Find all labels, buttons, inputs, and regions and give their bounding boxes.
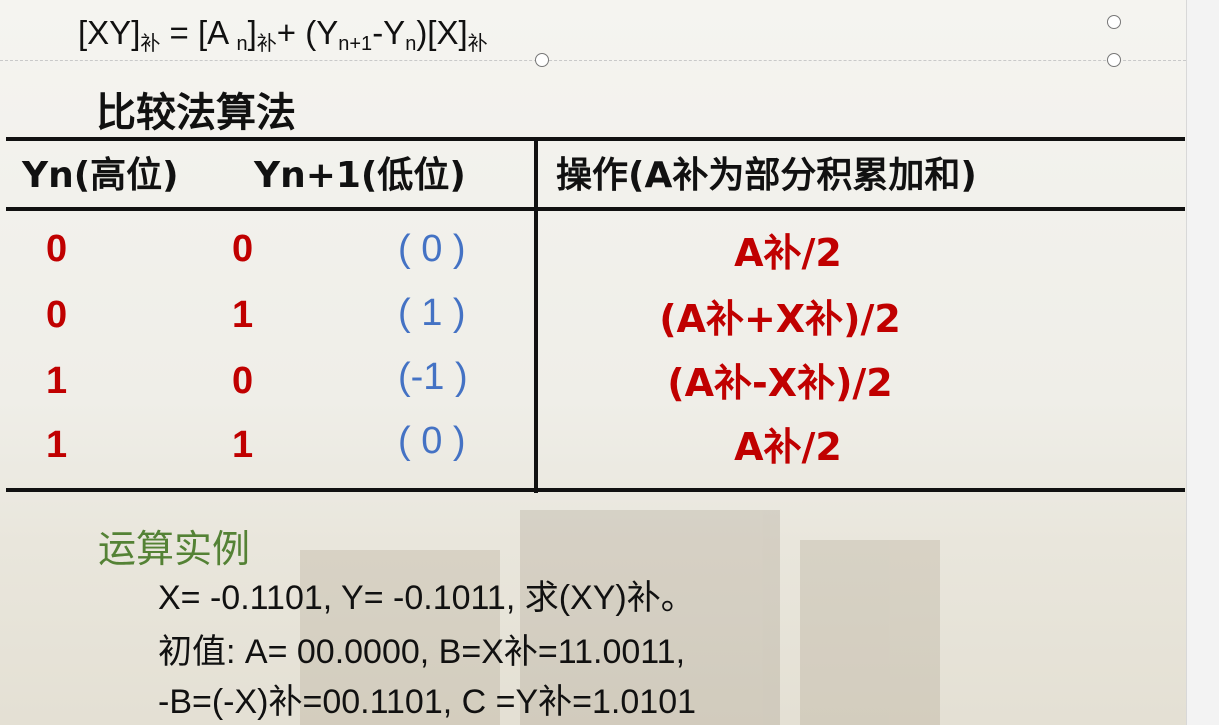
header-operation: 操作(A补为部分积累加和) <box>556 155 977 196</box>
table-column-divider <box>534 140 538 493</box>
table-bottom-border <box>6 488 1185 492</box>
cell-value: ( 0 ) <box>398 420 466 462</box>
section-heading: 比较法算法 <box>96 90 296 136</box>
example-line: X= -0.1101, Y= -0.1011, 求(XY)补。 <box>158 579 695 617</box>
cell-value: (-1 ) <box>398 356 468 398</box>
cell-yn: 0 <box>46 228 68 270</box>
cell-operation: A补/2 <box>734 425 842 469</box>
editor-side-panel <box>1186 0 1219 725</box>
example-line: 初值: A= 00.0000, B=X补=11.0011, <box>158 633 686 671</box>
slide-canvas: [XY]补 = [A n]补+ (Yn+1-Yn)[X]补 比较法算法 Yn(高… <box>0 0 1186 725</box>
cell-yn: 0 <box>46 294 68 336</box>
cell-yn1: 0 <box>232 360 254 402</box>
cell-operation: (A补-X补)/2 <box>667 361 893 405</box>
example-line: -B=(-X)补=00.1101, C =Y补=1.0101 <box>158 683 697 721</box>
cell-value: ( 1 ) <box>398 292 466 334</box>
cell-operation: (A补+X补)/2 <box>659 297 901 341</box>
resize-handle[interactable] <box>1107 53 1121 67</box>
cell-yn1: 1 <box>232 424 254 466</box>
cell-yn: 1 <box>46 424 68 466</box>
table-top-border <box>6 137 1185 141</box>
header-yn1: Yn+1(低位) <box>254 155 466 196</box>
formula-text: [XY]补 = [A n]补+ (Yn+1-Yn)[X]补 <box>78 14 488 55</box>
cell-yn1: 0 <box>232 228 254 270</box>
header-yn: Yn(高位) <box>22 155 179 196</box>
textbox-border <box>0 60 1186 61</box>
cell-yn: 1 <box>46 360 68 402</box>
table-header-border <box>6 207 1185 211</box>
resize-handle[interactable] <box>1107 15 1121 29</box>
cell-yn1: 1 <box>232 294 254 336</box>
resize-handle[interactable] <box>535 53 549 67</box>
example-title: 运算实例 <box>98 527 251 571</box>
cell-operation: A补/2 <box>734 231 842 275</box>
cell-value: ( 0 ) <box>398 228 466 270</box>
